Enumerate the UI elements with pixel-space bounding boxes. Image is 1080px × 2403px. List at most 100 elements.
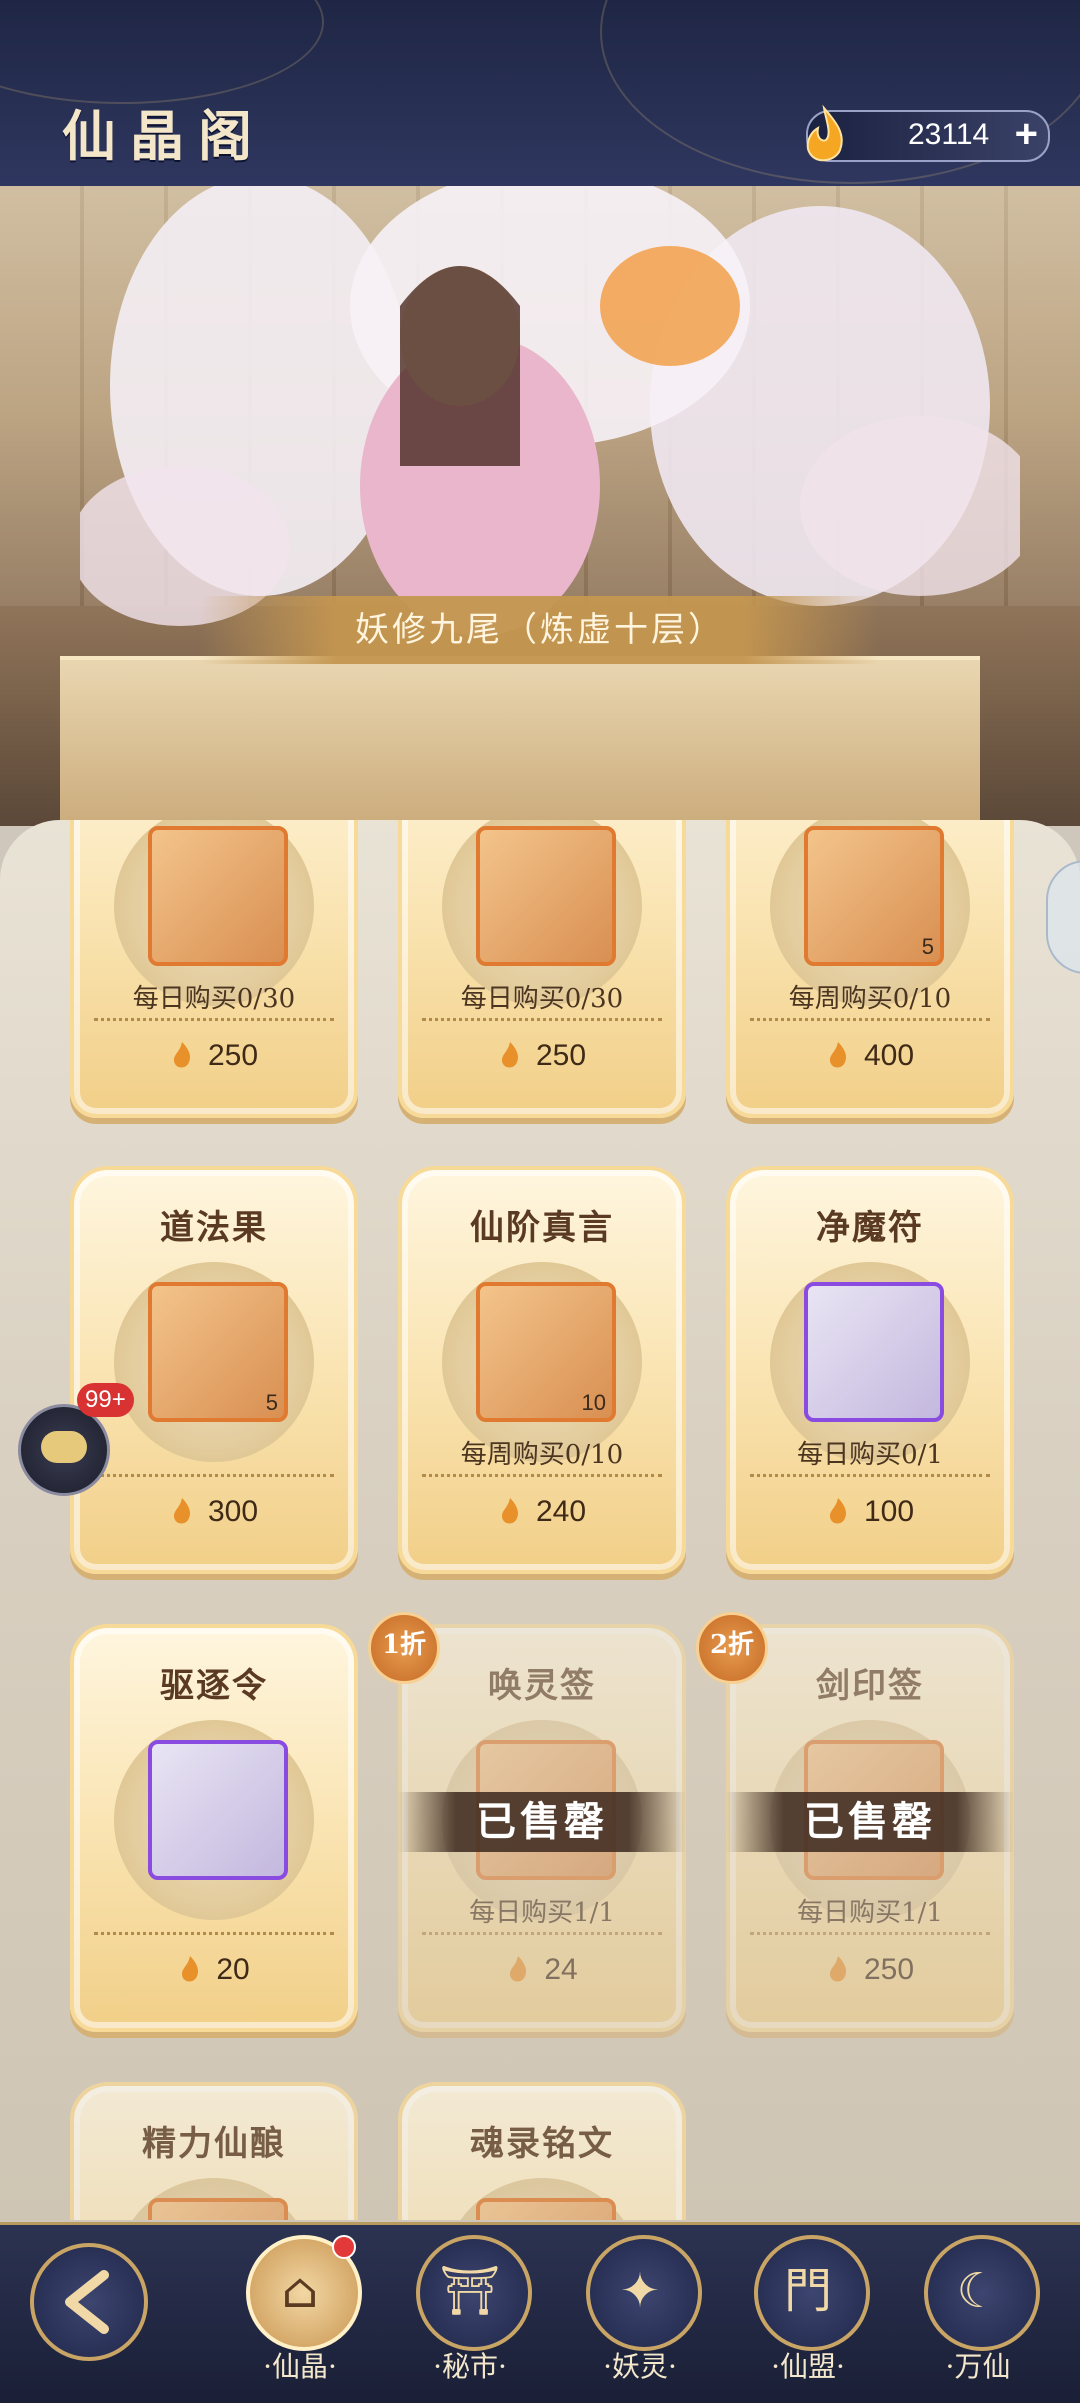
character-name-plate: 妖修九尾（炼虚十层） <box>200 596 880 664</box>
character-banner: 妖修九尾（炼虚十层） <box>0 186 1080 826</box>
divider <box>750 1018 990 1021</box>
item-name: 魂录铭文 <box>470 2124 614 2164</box>
item-price: 240 <box>402 1495 682 1529</box>
purchase-limit: 每周购买0/10 <box>460 1440 624 1470</box>
item-name: 唤灵签 <box>488 1666 596 1706</box>
dao-fruit-item-icon: 5 <box>148 1282 288 1422</box>
purchase-limit: 每日购买0/30 <box>460 984 624 1014</box>
chat-bubble-icon <box>41 1431 87 1463</box>
nav-tab-label: ·万仙 <box>945 2350 1011 2383</box>
shop-card[interactable]: 每日购买0/30 250 <box>398 820 686 1118</box>
character-name: 妖修九尾（炼虚十层） <box>355 610 725 650</box>
back-button[interactable] <box>30 2243 148 2361</box>
nav-tab-demon-spirit[interactable]: ✦ ·妖灵· <box>580 2235 702 2383</box>
price-value: 250 <box>863 1953 915 1986</box>
sold-out-label: 已售罄 <box>476 1798 608 1845</box>
pavilion-icon: ⌂ <box>281 2263 319 2319</box>
nav-tab-alliance[interactable]: 門 ·仙盟· <box>748 2235 870 2383</box>
item-count: 10 <box>581 1390 606 1415</box>
shop-card[interactable]: 5 每周购买0/10 400 <box>726 820 1014 1118</box>
fox-spirit-icon: ✦ <box>619 2263 661 2319</box>
nav-tab-crystal[interactable]: ⌂ ·仙晶· <box>240 2235 362 2383</box>
talisman-item-icon <box>804 1282 944 1422</box>
market-gate-icon: ⛩ <box>439 2263 501 2319</box>
unread-badge: 99+ <box>77 1383 134 1417</box>
currency-display: 23114 + <box>806 104 1050 162</box>
add-currency-button[interactable]: + <box>1015 112 1038 157</box>
shop-card[interactable]: 道法果 5 300 <box>70 1166 358 1574</box>
item-name: 净魔符 <box>816 1208 924 1248</box>
spirit-crystal-icon <box>501 1498 518 1524</box>
price-value: 300 <box>207 1495 259 1528</box>
ribbon-item-icon <box>148 826 288 966</box>
divider <box>422 1474 662 1477</box>
divider <box>750 1932 990 1935</box>
item-price: 250 <box>730 1953 1010 1987</box>
spirit-crystal-icon <box>501 1042 518 1068</box>
item-price: 250 <box>402 1039 682 1073</box>
divider <box>750 1474 990 1477</box>
item-name: 精力仙酿 <box>142 2124 286 2164</box>
item-price: 300 <box>74 1495 354 1529</box>
divider <box>94 1474 334 1477</box>
back-arrow-icon <box>65 2270 109 2334</box>
purchase-limit: 每日购买1/1 <box>469 1898 615 1928</box>
item-price: 400 <box>730 1039 1010 1073</box>
page-title: 仙晶阁 <box>62 104 266 168</box>
nav-tab-label: ·仙盟· <box>771 2350 845 2383</box>
shop-item-grid[interactable]: 每日购买0/30 250 每日购买0/30 250 5 每周购买0/10 400… <box>0 820 1080 2220</box>
item-price: 24 <box>402 1953 682 1987</box>
soul-inscription-item-icon <box>476 2198 616 2220</box>
item-price: 100 <box>730 1495 1010 1529</box>
spirit-crystal-icon <box>829 1498 846 1524</box>
divider <box>422 1932 662 1935</box>
item-name: 仙阶真言 <box>470 1208 614 1248</box>
price-value: 400 <box>863 1039 915 1072</box>
item-price: 20 <box>74 1953 354 1987</box>
purchase-limit: 每周购买0/10 <box>788 984 952 1014</box>
spirit-crystal-icon <box>182 1956 199 1982</box>
nav-tab-label: ·秘市· <box>433 2350 507 2383</box>
item-count: 5 <box>921 934 934 959</box>
item-price: 250 <box>74 1039 354 1073</box>
item-name: 道法果 <box>160 1208 268 1248</box>
spirit-crystal-icon <box>173 1498 190 1524</box>
shop-card[interactable]: 精力仙酿 <box>70 2082 358 2220</box>
currency-amount: 23114 <box>908 118 990 151</box>
sold-out-banner: 已售罄 <box>726 1792 1014 1852</box>
shop-card[interactable]: 魂录铭文 <box>398 2082 686 2220</box>
divider <box>422 1018 662 1021</box>
nine-tailed-fox-character-art <box>80 186 1020 636</box>
item-name: 驱逐令 <box>160 1666 268 1706</box>
discount-badge: 2折 <box>696 1612 768 1684</box>
divider <box>94 1932 334 1935</box>
chat-button[interactable]: 99+ <box>18 1383 134 1496</box>
desk-surface <box>60 656 980 826</box>
shop-card[interactable]: 净魔符 每日购买0/1 100 <box>726 1166 1014 1574</box>
nav-tab-label: ·妖灵· <box>603 2350 677 2383</box>
sold-out-banner: 已售罄 <box>398 1792 686 1852</box>
nav-tab-secret-market[interactable]: ⛩ ·秘市· <box>410 2235 532 2383</box>
alliance-gate-icon: 門 <box>783 2263 832 2319</box>
price-value: 20 <box>216 1953 250 1986</box>
purchase-limit: 每日购买0/30 <box>132 984 296 1014</box>
scroll-item-icon: 10 <box>476 1282 616 1422</box>
spirit-crystal-icon <box>510 1956 527 1982</box>
nav-tab-myriad-immortals[interactable]: ☾ ·万仙 <box>918 2235 1040 2383</box>
price-value: 24 <box>544 1953 578 1986</box>
spirit-crystal-icon <box>173 1042 190 1068</box>
spirit-crystal-icon <box>806 104 843 162</box>
bottom-navigation: ⌂ ·仙晶· ⛩ ·秘市· ✦ ·妖灵· 門 ·仙盟· ☾ ·万仙 <box>0 2222 1080 2403</box>
item-count: 5 <box>265 1390 278 1415</box>
shop-card[interactable]: 驱逐令 20 <box>70 1624 358 2032</box>
price-value: 250 <box>207 1039 259 1072</box>
spirit-crystal-icon <box>829 1042 846 1068</box>
stamina-wine-item-icon <box>148 2198 288 2220</box>
shop-card[interactable]: 仙阶真言 10 每周购买0/10 240 <box>398 1166 686 1574</box>
header-swirl-decoration <box>0 0 324 104</box>
nav-tab-label: ·仙晶· <box>263 2350 337 2383</box>
shop-card[interactable]: 每日购买0/30 250 <box>70 820 358 1118</box>
banish-order-item-icon <box>148 1740 288 1880</box>
top-bar: 仙晶阁 23114 + <box>0 0 1080 189</box>
notification-dot <box>332 2235 356 2259</box>
